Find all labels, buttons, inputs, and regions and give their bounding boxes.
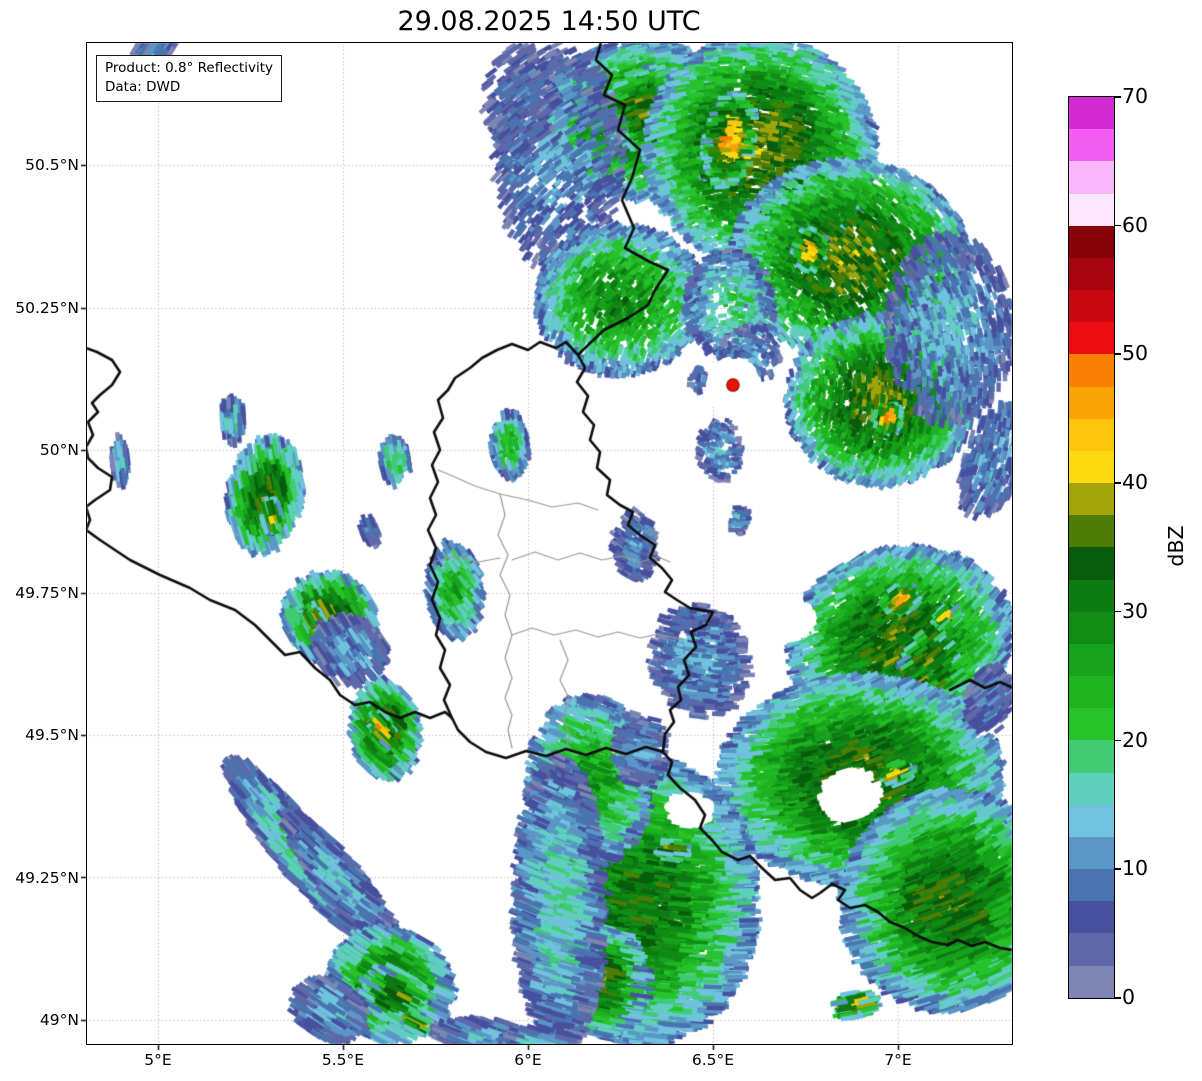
colorbar-tick-label: 60 bbox=[1122, 213, 1149, 237]
colorbar-segment bbox=[1069, 579, 1114, 612]
colorbar-segment bbox=[1069, 483, 1114, 516]
colorbar-segment bbox=[1069, 676, 1114, 709]
lat-tick-label: 49.25°N bbox=[15, 869, 79, 887]
colorbar-segment bbox=[1069, 708, 1114, 741]
colorbar bbox=[1068, 96, 1115, 999]
lat-tick-label: 50°N bbox=[39, 441, 79, 459]
lat-tick-label: 49.5°N bbox=[25, 726, 79, 744]
lon-tick-label: 5°E bbox=[144, 1051, 172, 1069]
radar-map-canvas bbox=[0, 0, 1202, 1081]
colorbar-segment bbox=[1069, 740, 1114, 773]
colorbar-segment bbox=[1069, 450, 1114, 484]
colorbar-segment bbox=[1069, 290, 1114, 323]
lon-tick-label: 5.5°E bbox=[321, 1051, 365, 1069]
product-info-box: Product: 0.8° Reflectivity Data: DWD bbox=[96, 55, 282, 103]
colorbar-tick-label: 40 bbox=[1122, 470, 1149, 494]
colorbar-segment bbox=[1069, 161, 1114, 194]
colorbar-tick-label: 0 bbox=[1122, 985, 1136, 1009]
colorbar-tick-mark bbox=[1115, 739, 1121, 742]
colorbar-tick-label: 70 bbox=[1122, 84, 1149, 108]
colorbar-segment bbox=[1069, 225, 1114, 258]
colorbar-segment bbox=[1069, 257, 1114, 291]
colorbar-segment bbox=[1069, 611, 1114, 644]
colorbar-segment bbox=[1069, 869, 1114, 902]
colorbar-segment bbox=[1069, 418, 1114, 451]
colorbar-tick-mark bbox=[1115, 224, 1121, 227]
colorbar-tick-mark bbox=[1115, 610, 1121, 613]
colorbar-tick-mark bbox=[1115, 482, 1121, 484]
colorbar-tick-label: 10 bbox=[1122, 856, 1149, 880]
colorbar-segment bbox=[1069, 772, 1114, 805]
lat-tick-label: 49°N bbox=[39, 1011, 79, 1029]
lat-tick-label: 50.5°N bbox=[25, 156, 79, 174]
colorbar-tick-label: 20 bbox=[1122, 728, 1149, 752]
colorbar-segment bbox=[1069, 965, 1114, 998]
product-line: Product: 0.8° Reflectivity bbox=[105, 60, 273, 76]
colorbar-segment bbox=[1069, 322, 1114, 355]
colorbar-segment bbox=[1069, 129, 1114, 162]
colorbar-axis-label: dBZ bbox=[1164, 525, 1188, 567]
colorbar-segment bbox=[1069, 643, 1114, 677]
colorbar-tick-label: 30 bbox=[1122, 599, 1149, 623]
colorbar-segment bbox=[1069, 193, 1114, 226]
colorbar-tick-mark bbox=[1115, 997, 1121, 999]
colorbar-segment bbox=[1069, 354, 1114, 387]
lon-tick-label: 6.5°E bbox=[691, 1051, 735, 1069]
colorbar-segment bbox=[1069, 804, 1114, 837]
plot-title: 29.08.2025 14:50 UTC bbox=[397, 6, 701, 37]
lon-tick-label: 6°E bbox=[514, 1051, 542, 1069]
data-source-line: Data: DWD bbox=[105, 79, 181, 96]
colorbar-segment bbox=[1069, 97, 1114, 130]
colorbar-tick-mark bbox=[1115, 96, 1121, 98]
colorbar-tick-mark bbox=[1115, 353, 1121, 356]
lon-tick-label: 7°E bbox=[884, 1051, 912, 1069]
colorbar-segment bbox=[1069, 836, 1114, 870]
colorbar-tick-label: 50 bbox=[1122, 341, 1149, 365]
colorbar-segment bbox=[1069, 933, 1114, 966]
lat-tick-label: 50.25°N bbox=[15, 299, 79, 317]
colorbar-segment bbox=[1069, 901, 1114, 934]
colorbar-tick-mark bbox=[1115, 868, 1121, 870]
radar-figure: 29.08.2025 14:50 UTC Product: 0.8° Refle… bbox=[0, 0, 1202, 1081]
colorbar-segment bbox=[1069, 386, 1114, 419]
lat-tick-label: 49.75°N bbox=[15, 584, 79, 602]
colorbar-segment bbox=[1069, 547, 1114, 580]
colorbar-segment bbox=[1069, 515, 1114, 548]
